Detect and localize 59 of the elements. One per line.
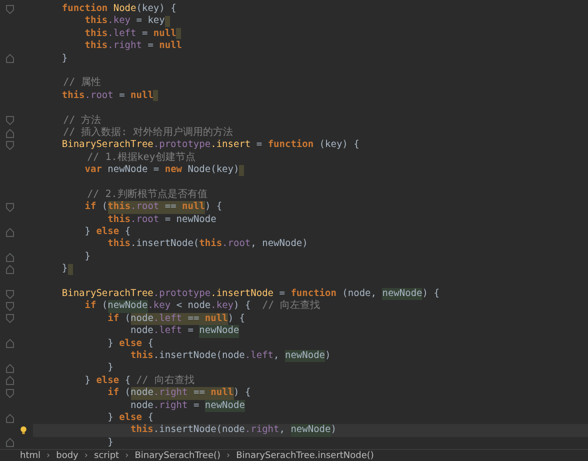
code-line: // 2.判断根节点是否有值 [86, 188, 208, 201]
lightbulb-icon[interactable] [20, 426, 27, 435]
code-line: this.left = null [33, 28, 588, 40]
fold-icon[interactable] [6, 252, 14, 262]
breadcrumb-separator: › [226, 450, 230, 461]
fold-icon[interactable] [6, 388, 14, 398]
fold-icon[interactable] [6, 339, 14, 348]
fold-icon[interactable] [6, 438, 14, 448]
code-line: if (node.left == null) { [106, 312, 246, 326]
code-line: function Node(key) { [60, 3, 178, 15]
code-line: this.root = null [33, 90, 588, 102]
breadcrumb-separator: › [46, 450, 50, 461]
code-line: node.right = newNode [130, 400, 246, 412]
code-line: BinarySerachTree.prototype.insert = function (key) { [60, 139, 360, 152]
code-line: } else { [106, 338, 154, 350]
fold-icon[interactable] [6, 128, 14, 138]
breadcrumb-item[interactable]: BinarySerachTree.insertNode() [236, 450, 374, 461]
fold-icon[interactable] [6, 228, 14, 237]
code-line: } [33, 263, 588, 276]
fold-icon[interactable] [6, 414, 14, 423]
breadcrumb-item[interactable]: html [20, 450, 41, 461]
code-line: node.left = newNode [130, 325, 240, 338]
code-line: if (node.right == null) { [106, 387, 252, 400]
code-line: } else { [106, 412, 154, 424]
code-line: if (this.root == null) { [84, 201, 224, 214]
code-line: // 属性 [62, 77, 102, 90]
breadcrumb-separator: › [125, 450, 129, 461]
fold-icon[interactable] [6, 314, 14, 324]
code-line: // 方法 [62, 114, 102, 126]
fold-icon[interactable] [6, 290, 14, 299]
code-line: // 插入数据: 对外给用户调用的方法 [62, 126, 234, 140]
code-line: var newNode = new Node(key) [33, 164, 588, 176]
code-line: } else { [84, 226, 132, 238]
fold-icon[interactable] [6, 264, 14, 274]
fold-icon[interactable] [6, 54, 14, 64]
breadcrumb-item[interactable]: body [56, 450, 78, 461]
code-line: } [60, 52, 69, 65]
code-line: } [84, 250, 92, 264]
fold-icon[interactable] [6, 4, 14, 14]
code-line: // 1.根据key创建节点 [86, 152, 196, 164]
fold-icon[interactable] [6, 376, 14, 386]
fold-icon[interactable] [6, 140, 14, 150]
code-line: this.key = key [33, 15, 588, 28]
code-line: BinarySerachTree.prototype.insertNode = function (node, newNode) { [60, 288, 440, 300]
code-line: this.insertNode(this.root, newNode) [106, 238, 309, 251]
fold-icon[interactable] [6, 116, 14, 126]
code-line: if (newNode.key < node.key) { // 向左查找 [84, 300, 322, 313]
breadcrumb-item[interactable]: BinarySerachTree() [134, 450, 221, 461]
breadcrumb-separator: › [84, 450, 88, 461]
fold-icon[interactable] [6, 202, 14, 212]
code-line: this.right = null [84, 40, 184, 53]
code-line: } [106, 436, 114, 450]
fold-icon[interactable] [6, 302, 14, 312]
fold-icon[interactable] [6, 364, 14, 374]
code-line: this.insertNode(node.left, newNode) [130, 350, 332, 362]
code-line: } [106, 362, 114, 375]
code-line: this.root = newNode [106, 214, 218, 226]
breadcrumb-item[interactable]: script [94, 450, 120, 461]
code-line: } else { // 向右查找 [84, 374, 196, 387]
